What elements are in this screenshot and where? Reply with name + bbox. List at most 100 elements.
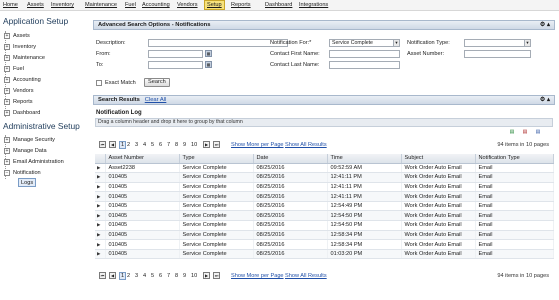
calendar-icon[interactable]: ▦	[205, 50, 212, 57]
table-row[interactable]: ▶ 010405 Service Complete 08/25/2016 12:58:3…	[95, 239, 554, 250]
exact-match-checkbox[interactable]	[96, 80, 102, 86]
sidebar-item-maintenance[interactable]: + Maintenance	[4, 54, 45, 62]
asset-number-input[interactable]	[464, 50, 531, 58]
nav-maintenance[interactable]: Maintenance	[85, 1, 117, 10]
sidebar-item-notification[interactable]: − Notification	[4, 169, 41, 177]
page-8[interactable]: 8	[175, 272, 178, 280]
nav-vendors[interactable]: Vendors	[177, 1, 198, 10]
page-6[interactable]: 6	[159, 272, 162, 280]
page-2[interactable]: 2	[127, 141, 130, 149]
clear-all-link[interactable]: Clear All	[145, 97, 167, 103]
gear-icon[interactable]: ⚙	[540, 22, 545, 28]
sidebar-item-manage-security[interactable]: + Manage Security	[4, 136, 55, 144]
expand-icon[interactable]: +	[4, 87, 10, 94]
expand-icon[interactable]: +	[4, 98, 10, 105]
row-expand-icon[interactable]: ▶	[95, 239, 106, 250]
row-expand-icon[interactable]: ▶	[95, 249, 106, 260]
expand-icon[interactable]: +	[4, 136, 10, 143]
sidebar-item-assets[interactable]: + Assets	[4, 32, 30, 40]
column-header-notification-type[interactable]: Notification Type	[475, 154, 554, 164]
prev-page-icon[interactable]: ◀	[109, 272, 116, 279]
show-all-results-link[interactable]: Show All Results	[285, 272, 327, 280]
column-header-time[interactable]: Time	[327, 154, 402, 164]
row-expand-icon[interactable]: ▶	[95, 172, 106, 183]
description-input[interactable]	[148, 39, 288, 47]
sidebar-item-vendors[interactable]: + Vendors	[4, 87, 34, 95]
row-expand-icon[interactable]: ▶	[95, 163, 106, 174]
page-2[interactable]: 2	[127, 272, 130, 280]
next-page-icon[interactable]: ▶	[203, 272, 210, 279]
row-expand-icon[interactable]: ▶	[95, 220, 106, 231]
nav-home[interactable]: Home	[3, 1, 18, 10]
table-row[interactable]: ▶ 010405 Service Complete 08/25/2016 12:41:1…	[95, 182, 554, 193]
row-expand-icon[interactable]: ▶	[95, 230, 106, 241]
last-page-icon[interactable]: ⏭	[213, 141, 220, 148]
page-4[interactable]: 4	[143, 141, 146, 149]
expand-icon[interactable]: +	[4, 65, 10, 72]
page-9[interactable]: 9	[183, 141, 186, 149]
gear-icon[interactable]: ⚙	[540, 97, 545, 103]
row-expand-icon[interactable]: ▶	[95, 191, 106, 202]
collapse-up-icon[interactable]: ▴	[547, 22, 550, 28]
expand-icon[interactable]: +	[4, 147, 10, 154]
page-4[interactable]: 4	[143, 272, 146, 280]
sidebar-item-reports[interactable]: + Reports	[4, 98, 33, 106]
nav-setup[interactable]: Setup	[204, 0, 225, 10]
expand-icon[interactable]: +	[4, 158, 10, 165]
page-10[interactable]: 10	[191, 141, 197, 149]
sidebar-item-manage-data[interactable]: + Manage Data	[4, 147, 47, 155]
show-more-per-page-link[interactable]: Show More per Page	[231, 272, 284, 280]
column-header-asset-number[interactable]: Asset Number	[105, 154, 180, 164]
nav-inventory[interactable]: Inventory	[51, 1, 74, 10]
page-7[interactable]: 7	[167, 141, 170, 149]
page-5[interactable]: 5	[151, 141, 154, 149]
table-row[interactable]: ▶ 010405 Service Complete 08/25/2016 12:58:3…	[95, 230, 554, 241]
collapse-up-icon[interactable]: ▴	[547, 97, 550, 103]
table-row[interactable]: ▶ Asset2238 Service Complete 08/25/2016 09:5…	[95, 163, 554, 174]
column-header-type[interactable]: Type	[179, 154, 254, 164]
next-page-icon[interactable]: ▶	[203, 141, 210, 148]
sidebar-item-dashboard[interactable]: + Dashboard	[4, 109, 40, 117]
nav-dashboard[interactable]: Dashboard	[265, 1, 292, 10]
search-button[interactable]: Search	[144, 78, 170, 87]
page-6[interactable]: 6	[159, 141, 162, 149]
prev-page-icon[interactable]: ◀	[109, 141, 116, 148]
nav-accounting[interactable]: Accounting	[142, 1, 170, 10]
nav-fuel[interactable]: Fuel	[125, 1, 136, 10]
export-excel-icon[interactable]: ▤	[508, 128, 516, 136]
sidebar-item-fuel[interactable]: + Fuel	[4, 65, 24, 73]
export-word-icon[interactable]: ▤	[534, 128, 542, 136]
nav-assets[interactable]: Assets	[27, 1, 44, 10]
column-header-subject[interactable]: Subject	[401, 154, 476, 164]
page-10[interactable]: 10	[191, 272, 197, 280]
table-row[interactable]: ▶ 010405 Service Complete 08/25/2016 12:54:5…	[95, 220, 554, 231]
collapse-icon[interactable]: −	[4, 169, 10, 176]
table-row[interactable]: ▶ 010405 Service Complete 08/25/2016 12:41:1…	[95, 172, 554, 183]
sidebar-item-email-administration[interactable]: + Email Administration	[4, 158, 64, 166]
expand-icon[interactable]: +	[4, 76, 10, 83]
page-3[interactable]: 3	[135, 141, 138, 149]
page-8[interactable]: 8	[175, 141, 178, 149]
row-expand-icon[interactable]: ▶	[95, 201, 106, 212]
table-row[interactable]: ▶ 010405 Service Complete 08/25/2016 01:03:2…	[95, 249, 554, 260]
page-1[interactable]: 1	[119, 141, 127, 149]
page-9[interactable]: 9	[183, 272, 186, 280]
page-1[interactable]: 1	[119, 272, 127, 280]
nav-reports[interactable]: Reports	[231, 1, 251, 10]
notification-type-select[interactable]: ▼	[464, 39, 531, 47]
sidebar-item-inventory[interactable]: + Inventory	[4, 43, 36, 51]
contact-last-name-input[interactable]	[329, 61, 400, 69]
chevron-down-icon[interactable]: ▼	[393, 40, 399, 46]
chevron-down-icon[interactable]: ▼	[524, 40, 530, 46]
notification-for-select[interactable]: Service Complete ▼	[329, 39, 400, 47]
calendar-icon[interactable]: ▦	[205, 61, 212, 68]
table-row[interactable]: ▶ 010405 Service Complete 08/25/2016 12:41:1…	[95, 191, 554, 202]
show-more-per-page-link[interactable]: Show More per Page	[231, 141, 284, 149]
table-row[interactable]: ▶ 010405 Service Complete 08/25/2016 12:54:4…	[95, 201, 554, 212]
sidebar-item-accounting[interactable]: + Accounting	[4, 76, 41, 84]
export-pdf-icon[interactable]: ▤	[521, 128, 529, 136]
expand-icon[interactable]: +	[4, 32, 10, 39]
first-page-icon[interactable]: ⏮	[99, 141, 106, 148]
row-expand-icon[interactable]: ▶	[95, 210, 106, 222]
table-row[interactable]: ▶ 010405 Service Complete 08/25/2016 12:54:5…	[95, 210, 554, 222]
